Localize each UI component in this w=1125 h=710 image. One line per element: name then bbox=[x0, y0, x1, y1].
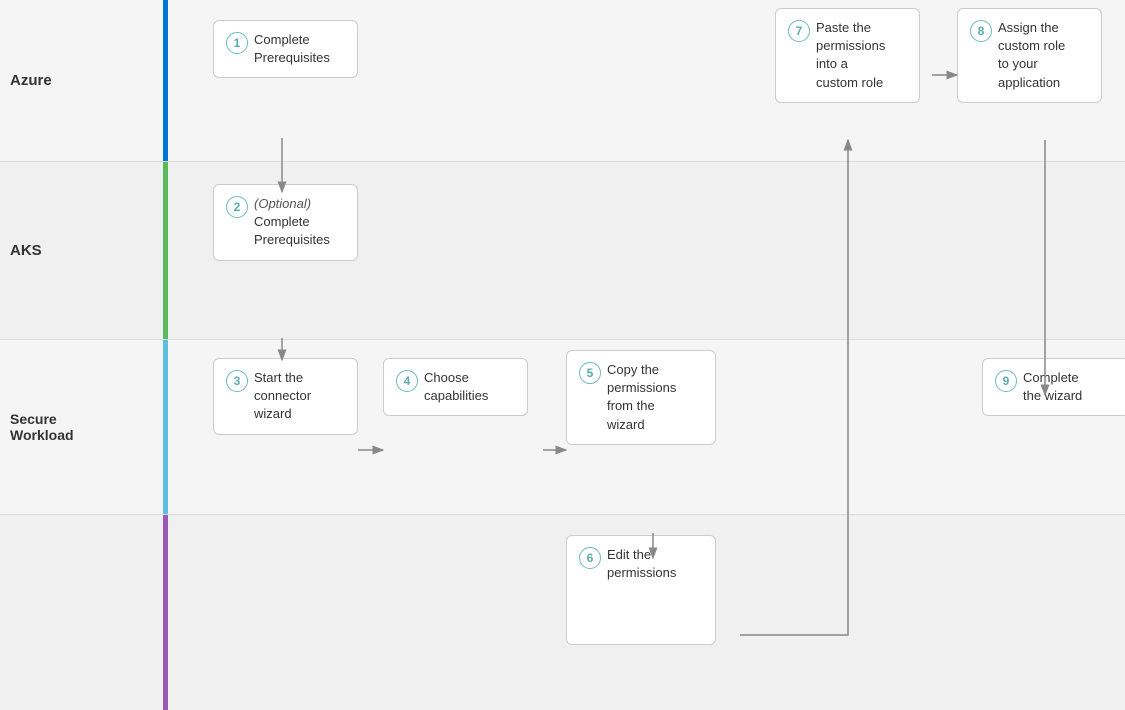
step-1-text: CompletePrerequisites bbox=[254, 31, 330, 67]
step-8-text: Assign thecustom roleto yourapplication bbox=[998, 19, 1065, 92]
step-7-node: 7 Paste thepermissionsinto acustom role bbox=[775, 8, 920, 103]
step-5-node: 5 Copy thepermissionsfrom thewizard bbox=[566, 350, 716, 445]
step-1-number: 1 bbox=[226, 32, 248, 54]
step-6-text: Edit thepermissions bbox=[607, 546, 676, 582]
swimlane-aks: AKS 2 (Optional)CompletePrerequisites bbox=[0, 162, 1125, 340]
swimlane-azure: Azure 1 CompletePrerequisites 7 Paste th… bbox=[0, 0, 1125, 162]
swimlane-label-bottom bbox=[0, 515, 168, 710]
step-5-number: 5 bbox=[579, 362, 601, 384]
step-3-text: Start theconnectorwizard bbox=[254, 369, 311, 424]
step-3-number: 3 bbox=[226, 370, 248, 392]
step-8-number: 8 bbox=[970, 20, 992, 42]
swimlane-content-secure: 3 Start theconnectorwizard 4 Choosecapab… bbox=[168, 340, 1125, 514]
step-9-number: 9 bbox=[995, 370, 1017, 392]
swimlane-text-aks: AKS bbox=[10, 242, 42, 259]
swimlane-bottom: 6 Edit thepermissions bbox=[0, 515, 1125, 710]
diagram-container: Azure 1 CompletePrerequisites 7 Paste th… bbox=[0, 0, 1125, 710]
step-7-text: Paste thepermissionsinto acustom role bbox=[816, 19, 885, 92]
step-9-node: 9 Completethe wizard bbox=[982, 358, 1125, 416]
swimlane-content-azure: 1 CompletePrerequisites 7 Paste thepermi… bbox=[168, 0, 1125, 161]
step-3-node: 3 Start theconnectorwizard bbox=[213, 358, 358, 435]
step-8-node: 8 Assign thecustom roleto yourapplicatio… bbox=[957, 8, 1102, 103]
swimlane-label-aks: AKS bbox=[0, 162, 168, 339]
step-4-number: 4 bbox=[396, 370, 418, 392]
swimlane-secure: SecureWorkload 3 Start theconnectorwizar… bbox=[0, 340, 1125, 515]
step-5-text: Copy thepermissionsfrom thewizard bbox=[607, 361, 676, 434]
step-7-number: 7 bbox=[788, 20, 810, 42]
swimlane-text-azure: Azure bbox=[10, 72, 52, 89]
swimlane-content-aks: 2 (Optional)CompletePrerequisites bbox=[168, 162, 1125, 339]
step-4-text: Choosecapabilities bbox=[424, 369, 488, 405]
step-2-node: 2 (Optional)CompletePrerequisites bbox=[213, 184, 358, 261]
swimlane-text-secure: SecureWorkload bbox=[10, 411, 74, 443]
step-6-number: 6 bbox=[579, 547, 601, 569]
step-1-node: 1 CompletePrerequisites bbox=[213, 20, 358, 78]
swimlane-label-secure: SecureWorkload bbox=[0, 340, 168, 514]
step-2-text: (Optional)CompletePrerequisites bbox=[254, 195, 330, 250]
step-2-number: 2 bbox=[226, 196, 248, 218]
step-9-text: Completethe wizard bbox=[1023, 369, 1082, 405]
swimlane-content-bottom: 6 Edit thepermissions bbox=[168, 515, 1125, 710]
step-4-node: 4 Choosecapabilities bbox=[383, 358, 528, 416]
swimlane-label-azure: Azure bbox=[0, 0, 168, 161]
step-6-node: 6 Edit thepermissions bbox=[566, 535, 716, 645]
